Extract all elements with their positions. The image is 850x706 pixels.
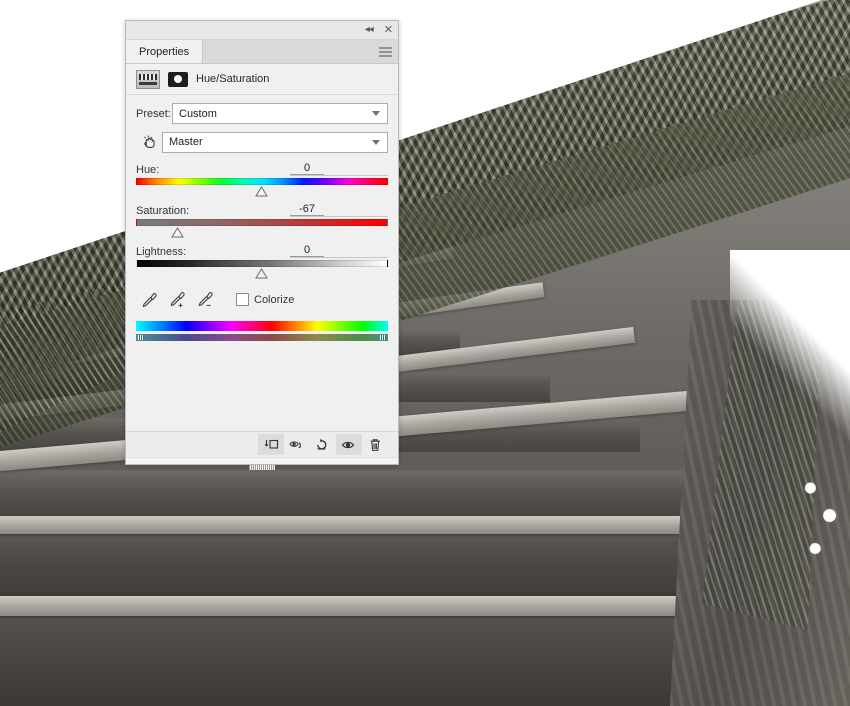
slider-hue-value[interactable]: 0	[290, 162, 324, 175]
preset-dropdown[interactable]: Custom	[172, 103, 388, 124]
panel-body: Preset: Custom Master Hue: 0 Saturation:…	[126, 95, 398, 431]
slider-lightness-value[interactable]: 0	[290, 244, 324, 257]
slider-saturation-thumb[interactable]	[170, 227, 184, 238]
panel-resize-grip[interactable]	[249, 465, 275, 470]
photo-white-flowers	[796, 466, 844, 576]
screenshot-root: ◂◂ ✕ Properties Hue/Saturation Preset: C…	[0, 0, 850, 706]
tab-properties-label: Properties	[139, 45, 190, 58]
chevron-down-icon	[372, 139, 380, 145]
hamburger-menu-icon[interactable]	[379, 47, 392, 56]
slider-lightness-value-wrap: 0	[290, 244, 388, 258]
clip-to-layer-button[interactable]	[258, 434, 284, 455]
colorize-checkbox[interactable]: Colorize	[236, 293, 294, 306]
delete-adjustment-button[interactable]	[362, 434, 388, 455]
collapse-to-icons-icon[interactable]: ◂◂	[365, 25, 374, 35]
slider-hue-thumb[interactable]	[255, 186, 268, 197]
photo-right-cutout	[730, 250, 850, 450]
preset-value: Custom	[179, 107, 217, 120]
eyedropper-icon[interactable]	[140, 290, 159, 309]
slider-lightness: Lightness: 0	[136, 244, 388, 281]
hue-spectrum-bars	[136, 321, 388, 341]
channel-dropdown[interactable]: Master	[162, 131, 388, 153]
panel-title-bar: ◂◂ ✕	[126, 21, 398, 40]
slider-hue-label: Hue:	[136, 164, 160, 176]
slider-hue-head: Hue: 0	[136, 162, 388, 176]
panel-empty-space	[136, 351, 388, 425]
colorize-label: Colorize	[254, 293, 295, 306]
chevron-down-icon	[372, 111, 380, 116]
toggle-previous-state-button[interactable]	[284, 434, 310, 455]
adjustment-header: Hue/Saturation	[126, 64, 398, 95]
close-icon[interactable]: ✕	[384, 24, 393, 36]
slider-saturation-track-wrap[interactable]	[136, 219, 388, 240]
slider-saturation-value[interactable]: -67	[290, 203, 324, 216]
channel-row: Master	[136, 131, 388, 153]
step-riser	[0, 470, 750, 518]
slider-saturation-value-wrap: -67	[290, 203, 388, 217]
adjustment-title: Hue/Saturation	[196, 73, 270, 85]
hue-gradient-track[interactable]	[136, 178, 388, 185]
tab-properties[interactable]: Properties	[126, 40, 204, 63]
lightness-gradient-track[interactable]	[136, 260, 388, 267]
slider-hue: Hue: 0	[136, 162, 388, 199]
preset-row: Preset: Custom	[136, 103, 388, 124]
targeted-adjustment-hand-icon[interactable]	[136, 131, 162, 153]
channel-value: Master	[169, 136, 203, 148]
tool-row: Colorize	[136, 290, 388, 309]
hue-spectrum-input-bar	[136, 321, 388, 331]
colorize-checkbox-box[interactable]	[236, 293, 249, 306]
toggle-visibility-button[interactable]	[336, 434, 362, 455]
eyedropper-add-icon[interactable]	[168, 290, 187, 309]
slider-saturation-label: Saturation:	[136, 205, 190, 217]
layer-mask-icon[interactable]	[168, 71, 188, 87]
saturation-gradient-track[interactable]	[136, 219, 388, 226]
slider-lightness-track-wrap[interactable]	[136, 260, 388, 281]
slider-lightness-label: Lightness:	[136, 246, 187, 258]
slider-saturation-head: Saturation: -67	[136, 203, 388, 217]
eyedropper-subtract-icon[interactable]	[196, 290, 215, 309]
slider-hue-value-wrap: 0	[290, 162, 388, 176]
hue-saturation-adjustment-icon	[136, 69, 160, 89]
properties-panel[interactable]: ◂◂ ✕ Properties Hue/Saturation Preset: C…	[125, 20, 399, 470]
slider-lightness-thumb[interactable]	[255, 268, 268, 279]
panel-footer	[126, 431, 398, 457]
panel-bottom-edge	[126, 457, 398, 470]
reset-adjustment-button[interactable]	[310, 434, 336, 455]
slider-lightness-head: Lightness: 0	[136, 244, 388, 258]
slider-hue-track-wrap[interactable]	[136, 178, 388, 199]
slider-saturation: Saturation: -67	[136, 203, 388, 240]
hue-spectrum-output-bar[interactable]	[136, 334, 388, 341]
panel-tab-strip: Properties	[126, 40, 398, 64]
preset-label: Preset:	[136, 107, 171, 120]
